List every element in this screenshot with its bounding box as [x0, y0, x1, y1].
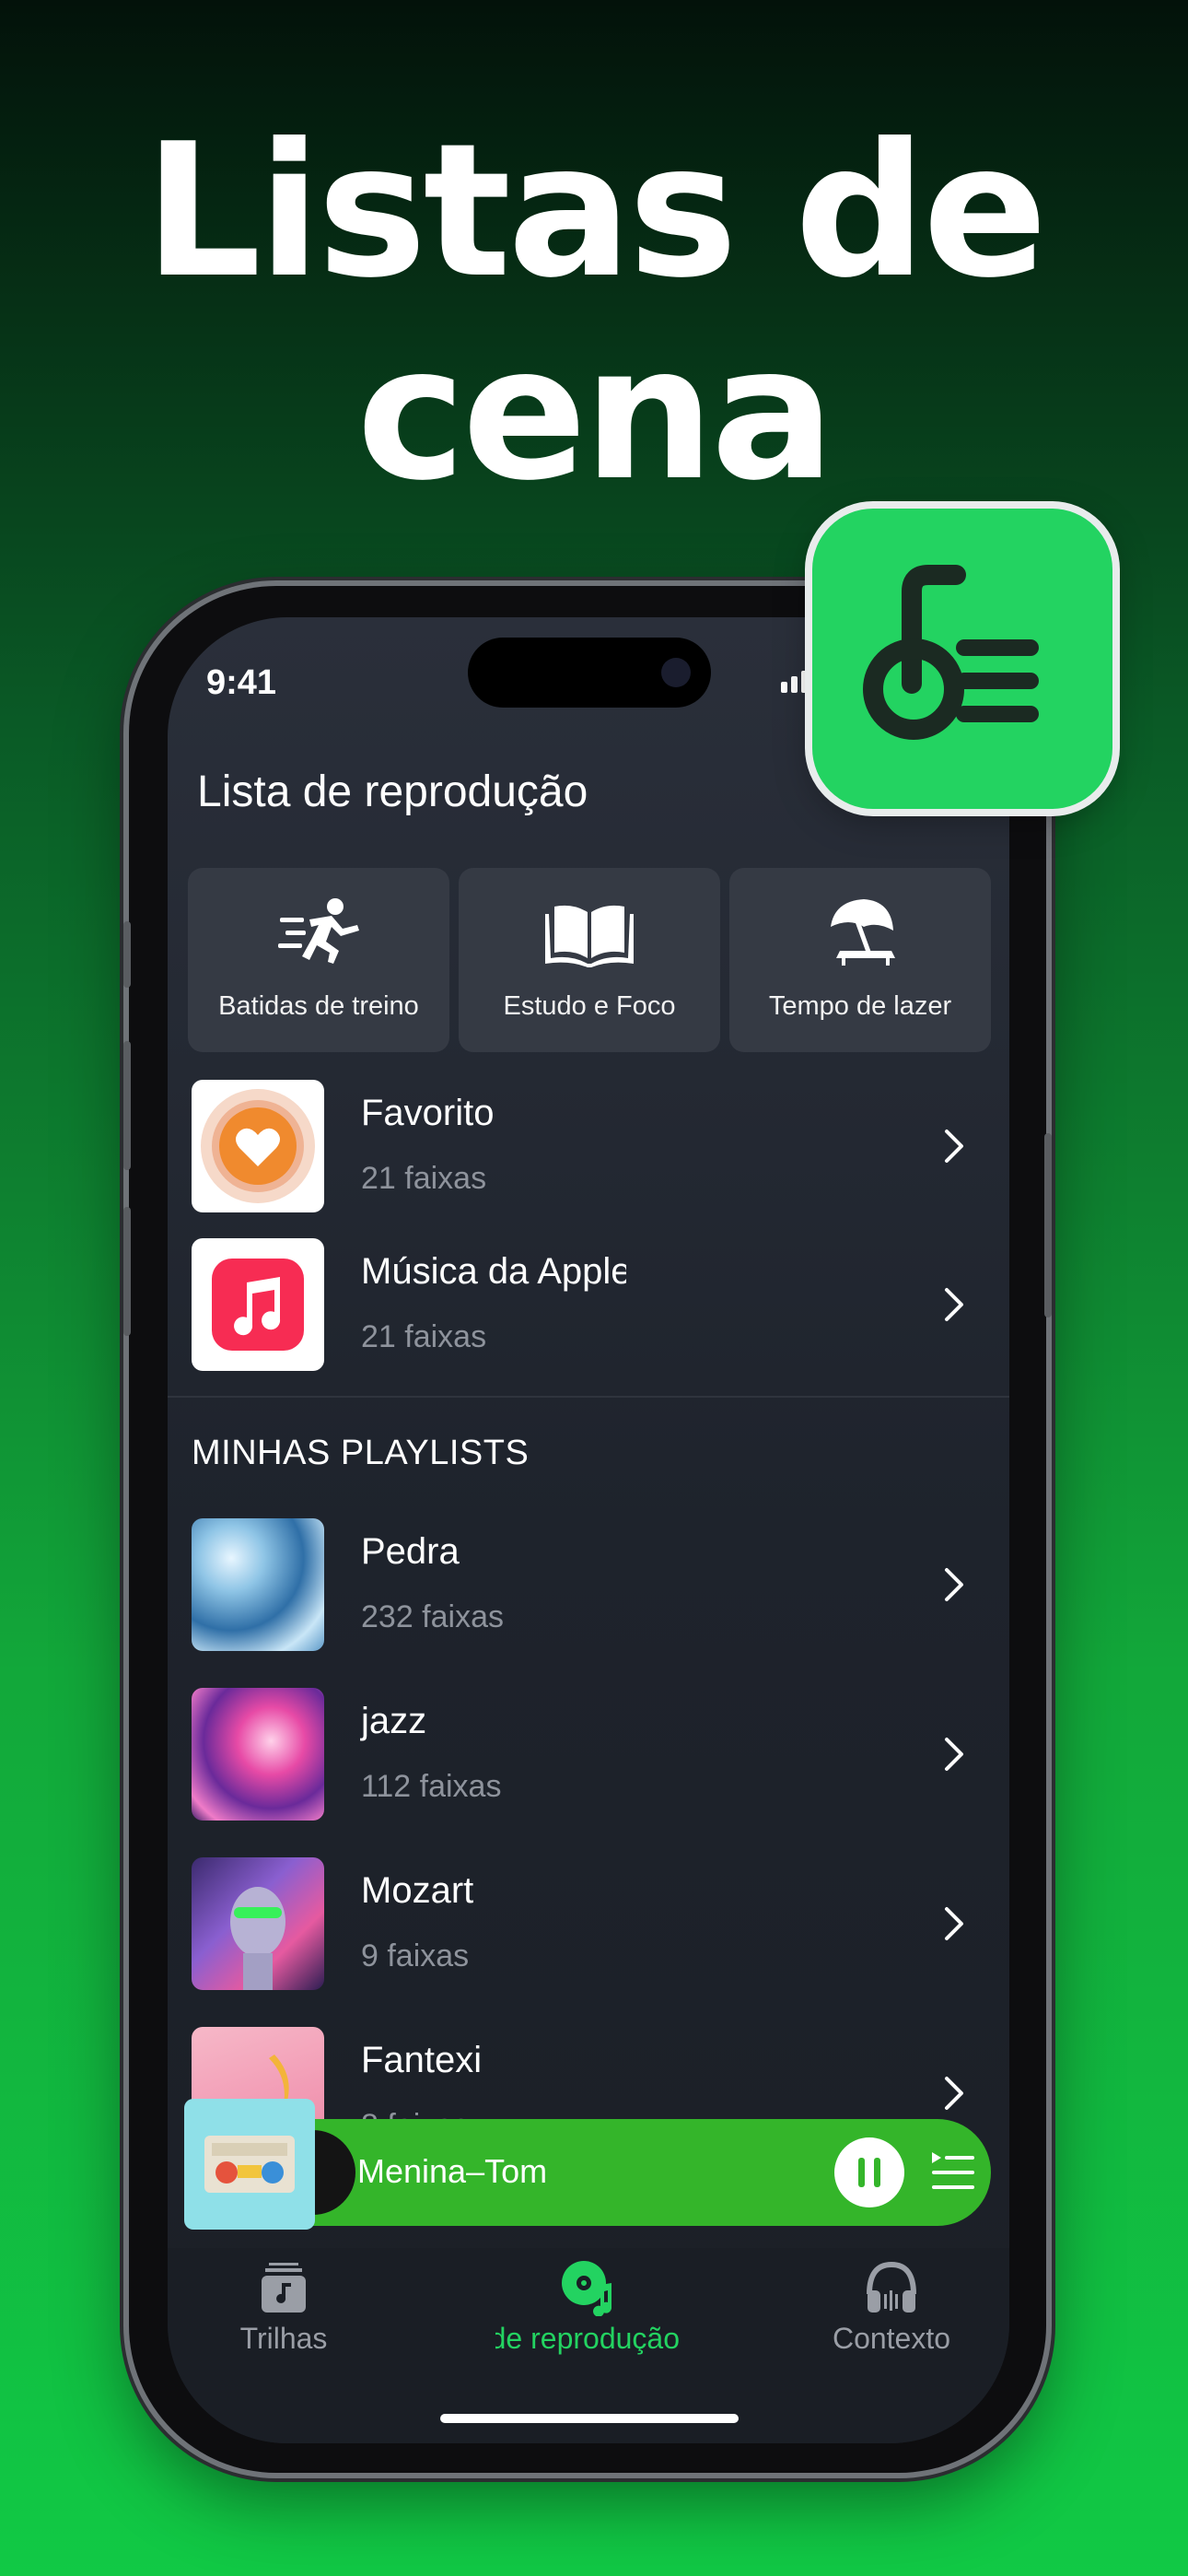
playlist-cover-image — [192, 1857, 324, 1990]
headphones-icon — [867, 2261, 916, 2313]
phone-volume-up — [123, 1041, 131, 1170]
playlist-row[interactable]: Pedra 232 faixas — [192, 1518, 993, 1651]
playlist-name: Fantexi — [361, 2040, 483, 2080]
apple-music-icon — [212, 1259, 304, 1351]
playlist-name: Música da Apple — [361, 1251, 626, 1292]
tab-tracks[interactable]: Trilhas — [173, 2248, 394, 2356]
heart-icon — [201, 1089, 315, 1203]
playlist-name: Mozart — [361, 1870, 474, 1911]
playlist-count: 112 faixas — [361, 1769, 502, 1804]
playlist-row[interactable]: jazz 112 faixas — [192, 1688, 993, 1821]
playlist-row-favorites[interactable]: Favorito 21 faixas — [192, 1080, 993, 1212]
music-library-icon — [262, 2263, 306, 2313]
playlist-name: Favorito — [361, 1093, 495, 1133]
scene-cards: Batidas de treino Estudo e Foco Tempo de… — [188, 868, 991, 1052]
pause-icon — [858, 2158, 880, 2187]
scene-label: Batidas de treino — [218, 991, 419, 1021]
playlist-name: jazz — [361, 1701, 427, 1741]
phone-volume-down — [123, 1207, 131, 1336]
chevron-right-icon — [945, 2077, 963, 2110]
chevron-right-icon — [945, 1907, 963, 1940]
headline-line-1: Listas de — [144, 104, 1047, 319]
status-time: 9:41 — [206, 663, 277, 702]
scene-label: Estudo e Foco — [503, 991, 676, 1021]
signal-icon — [781, 671, 811, 693]
favorites-cover — [192, 1080, 324, 1212]
running-person-icon — [278, 898, 359, 964]
chevron-right-icon — [945, 1288, 963, 1321]
headline-line-2: cena — [356, 307, 835, 521]
app-logo — [812, 509, 1112, 809]
phone-silent-switch — [123, 921, 131, 988]
chevron-right-icon — [945, 1568, 963, 1601]
cassette-illustration — [204, 2136, 295, 2193]
playlist-name: Pedra — [361, 1531, 460, 1572]
phone-screen: 9:41 Lista de reprodução Batidas de trei… — [168, 617, 1009, 2443]
page-title: Lista de reprodução — [197, 767, 588, 816]
playlist-row[interactable]: Mozart 9 faixas — [192, 1857, 993, 1990]
playlist-count: 9 faixas — [361, 1938, 470, 1973]
tab-label: Contexto — [832, 2322, 951, 2355]
statue-illustration — [230, 1887, 285, 1990]
playlist-count: 232 faixas — [361, 1599, 504, 1634]
playlist-row-apple-music[interactable]: Música da Apple 21 faixas — [192, 1238, 993, 1371]
playlist-disc-icon — [562, 2261, 612, 2316]
now-playing-title: Menina–Tom — [357, 2152, 548, 2190]
playlist-cover-image — [192, 1688, 324, 1821]
queue-icon[interactable] — [928, 2147, 978, 2196]
tab-label: Lista de reprodução — [495, 2322, 680, 2355]
chevron-right-icon — [945, 1130, 963, 1163]
section-divider — [168, 1396, 1009, 1398]
playlist-count: 21 faixas — [361, 1319, 487, 1354]
home-indicator — [440, 2414, 739, 2423]
camera-icon — [661, 658, 691, 687]
apple-music-cover — [192, 1238, 324, 1371]
playlist-count: 21 faixas — [361, 1161, 487, 1196]
now-playing-artwork[interactable] — [184, 2099, 315, 2230]
open-book-icon — [545, 905, 634, 967]
tab-context[interactable]: Contexto — [781, 2248, 1002, 2356]
phone-power-button — [1044, 1133, 1052, 1317]
dynamic-island — [468, 638, 711, 708]
beach-umbrella-icon — [831, 899, 895, 966]
playlist-count: 8 faixas — [361, 2108, 469, 2119]
music-list-logo-icon — [863, 565, 1039, 740]
chevron-right-icon — [945, 1738, 963, 1771]
scene-card-study[interactable]: Estudo e Foco — [459, 868, 720, 1052]
tab-label: Trilhas — [239, 2322, 328, 2355]
headline: Listas de cena — [0, 111, 1188, 516]
scene-card-leisure[interactable]: Tempo de lazer — [729, 868, 991, 1052]
scene-card-workout[interactable]: Batidas de treino — [188, 868, 449, 1052]
scene-label: Tempo de lazer — [768, 991, 952, 1021]
section-heading: MINHAS PLAYLISTS — [192, 1434, 530, 1472]
playlist-cover-image — [192, 1518, 324, 1651]
pause-button[interactable] — [834, 2137, 904, 2207]
mini-player[interactable]: Menina–Tom — [184, 2099, 991, 2230]
tab-playlists[interactable]: Lista de reprodução — [477, 2248, 698, 2356]
